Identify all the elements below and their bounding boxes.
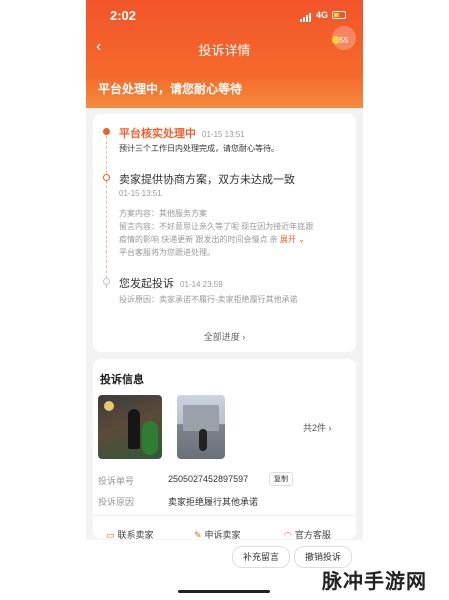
customer-service-button[interactable]: 55 (332, 26, 356, 50)
copy-button[interactable]: 复制 (269, 472, 293, 486)
timeline-line (106, 136, 107, 288)
complaint-reason-label: 投诉原因 (98, 497, 135, 507)
expand-link[interactable]: 展开 ⌄ (280, 235, 305, 244)
step-2-plan: 方案内容：其他服务方案 (119, 209, 207, 218)
step-2-time: 01-15 13:51 (119, 189, 162, 198)
photo-person (199, 429, 207, 451)
step-2-title: 卖家提供协商方案，双方未达成一致 (119, 174, 295, 186)
headset-icon: ◠ (284, 530, 292, 540)
timeline-dot-done (103, 278, 110, 285)
all-progress-link[interactable]: 全部进度 › (93, 330, 356, 343)
step-2-message: 留言内容：不好意思让亲久等了呢 现在因为接近年底跟 (119, 222, 314, 231)
complaint-info-card: 投诉信息 共2件 › 投诉单号 2505027452897597 复制 投诉原因… (93, 359, 356, 539)
step-2-message-cont: 疫情的影响 快递更新 跟发出的时间会慢点 亲 展开 ⌄ (119, 235, 305, 244)
photo-light (104, 401, 114, 411)
site-watermark: 脉冲手游网 (322, 571, 427, 593)
step-1-desc: 预计三个工作日内处理完成，请您耐心等待。 (119, 144, 279, 153)
service-badge: 55 (339, 36, 349, 45)
add-message-button[interactable]: 补充留言 (232, 546, 290, 568)
status-banner: 平台处理中，请您耐心等待 (98, 82, 243, 96)
photo-tree (142, 421, 158, 455)
pen-icon: ✎ (194, 530, 202, 540)
complaint-info-title: 投诉信息 (100, 374, 144, 386)
home-indicator (178, 590, 270, 593)
step-2-followup: 平台客服将为您跟进处理。 (119, 248, 215, 257)
photo-building (183, 405, 219, 431)
battery-icon (332, 11, 346, 19)
network-label: 4G (316, 10, 329, 20)
complaint-number-value: 2505027452897597 (168, 474, 249, 484)
step-1-title: 平台核实处理中 01-15 13:51 (119, 128, 245, 140)
nav-bar: ‹ 投诉详情 55 (86, 26, 363, 60)
progress-card: 平台核实处理中 01-15 13:51 预计三个工作日内处理完成，请您耐心等待。 … (93, 114, 356, 352)
signal-icon (300, 13, 311, 22)
status-time: 2:02 (110, 8, 137, 23)
timeline-dot-active (103, 128, 110, 135)
chevron-down-icon: ⌄ (298, 235, 305, 244)
step-3-time: 01-14 23:59 (180, 280, 223, 289)
complaint-number-label: 投诉单号 (98, 476, 135, 486)
complaint-reason-value: 卖家拒绝履行其他承诺 (168, 497, 259, 507)
page-title: 投诉详情 (198, 43, 251, 58)
photo-count-link[interactable]: 共2件 › (303, 421, 332, 434)
chat-icon: ▭ (106, 530, 115, 540)
divider (93, 515, 356, 516)
evidence-photo-1[interactable] (98, 395, 162, 459)
evidence-photo-2[interactable] (177, 395, 225, 459)
phone-screen: 2:02 4G ‹ 投诉详情 55 平台处理中，请您耐心等待 平台核实处理中 01… (86, 0, 363, 600)
step-3-title: 您发起投诉 01-14 23:59 (119, 278, 223, 290)
step-1-time: 01-15 13:51 (202, 130, 245, 139)
step-3-reason: 投诉原因：卖家承诺不履行-卖家拒绝履行其他承诺 (119, 295, 298, 304)
photo-figure (128, 409, 140, 449)
timeline-dot (103, 174, 110, 181)
status-bar: 2:02 4G (86, 8, 363, 26)
